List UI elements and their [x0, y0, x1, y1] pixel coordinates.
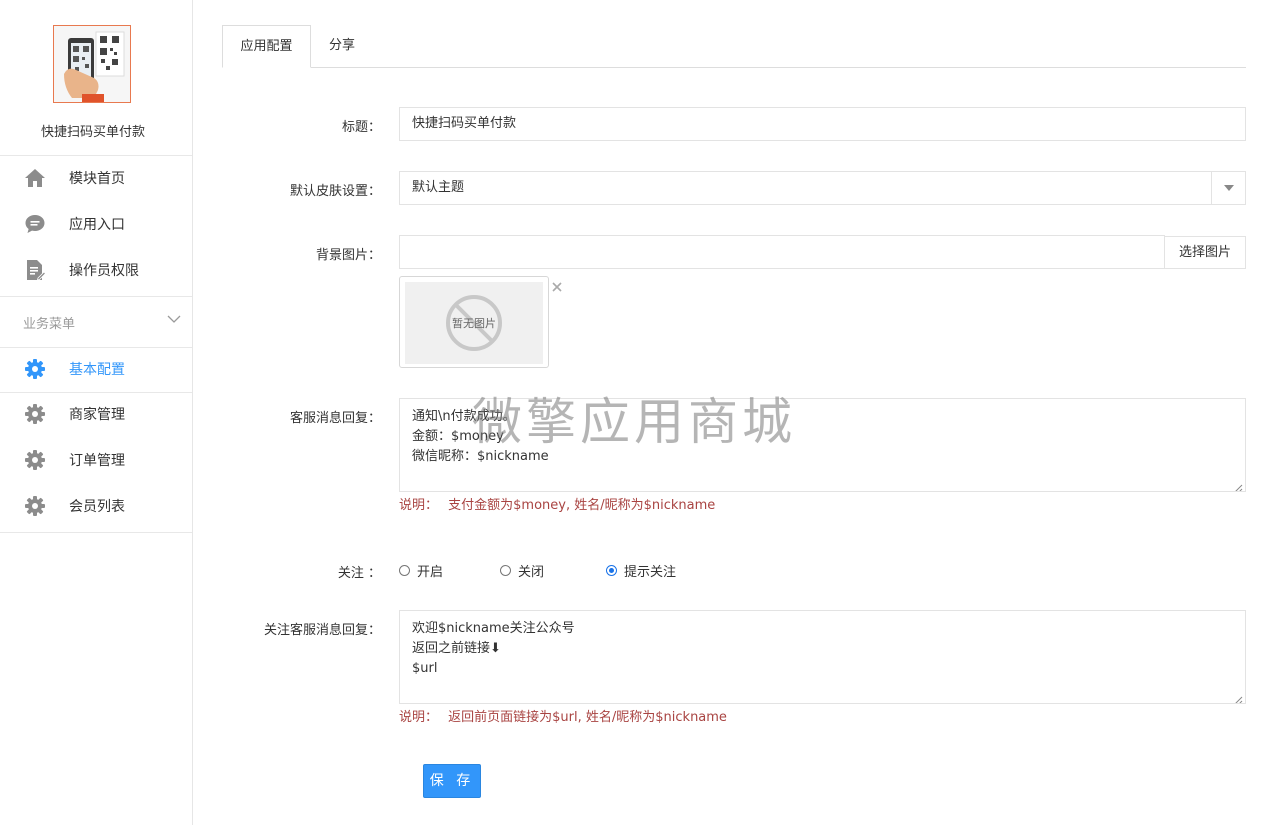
no-image-text: 暂无图片	[452, 317, 496, 330]
close-icon[interactable]	[550, 279, 564, 293]
chat-bubble-icon	[24, 213, 46, 235]
follow-label: 关注 ：	[337, 566, 381, 581]
gear-icon	[24, 495, 46, 517]
sidebar-item-operator-permission[interactable]: 操作员权限	[0, 248, 192, 292]
follow-reply-hint: 说明： 返回前页面链接为$url, 姓名/昵称为$nickname	[399, 706, 727, 725]
radio-option-prompt-follow[interactable]: 提示关注	[606, 561, 677, 580]
skin-label: 默认皮肤设置：	[289, 184, 381, 199]
skin-select[interactable]: 默认主题	[399, 171, 1246, 205]
textarea-line: 微信昵称：$nickname	[412, 449, 549, 464]
sidebar-group-title[interactable]: 业务菜单	[23, 313, 75, 332]
sidebar-item-app-entry[interactable]: 应用入口	[0, 202, 192, 246]
radio-option-close[interactable]: 关闭	[500, 561, 545, 580]
gear-icon	[24, 358, 46, 380]
textarea-line: 返回之前链接⬇	[412, 641, 501, 656]
chevron-down-icon[interactable]	[166, 311, 182, 327]
sidebar: 快捷扫码买单付款 模块首页 应用入口 操作员权限 业务菜单 基本配置 商家管理	[0, 0, 193, 825]
sidebar-item-label: 模块首页	[69, 171, 125, 187]
app-name: 快捷扫码买单付款	[40, 125, 145, 140]
sidebar-item-label: 基本配置	[69, 362, 125, 378]
sidebar-item-label: 商家管理	[69, 407, 125, 423]
sidebar-item-basic-config[interactable]: 基本配置	[0, 347, 192, 391]
textarea-line: $url	[412, 661, 438, 676]
divider	[0, 532, 192, 533]
radio-label: 提示关注	[624, 564, 677, 580]
sidebar-item-label: 应用入口	[69, 217, 125, 233]
gear-icon	[24, 449, 46, 471]
sidebar-item-label: 订单管理	[69, 453, 125, 469]
resize-handle-icon[interactable]	[1234, 692, 1243, 703]
reply-label: 客服消息回复：	[289, 411, 381, 426]
textarea-line: 金额：$money	[412, 429, 504, 444]
radio-option-open[interactable]: 开启	[399, 561, 444, 580]
reply-hint: 说明： 支付金额为$money, 姓名/昵称为$nickname	[399, 494, 715, 513]
radio-button[interactable]	[500, 564, 511, 576]
document-edit-icon	[24, 259, 46, 281]
tab-app-config[interactable]: 应用配置	[222, 25, 311, 68]
hint-prefix: 说明：	[399, 498, 439, 513]
textarea-line: 欢迎$nickname关注公众号	[412, 621, 575, 636]
title-input[interactable]: 快捷扫码买单付款	[399, 107, 1246, 141]
sidebar-item-order-management[interactable]: 订单管理	[0, 438, 192, 482]
radio-label: 开启	[417, 564, 444, 580]
title-label: 标题：	[341, 120, 381, 135]
radio-button[interactable]	[399, 564, 410, 576]
divider	[0, 296, 192, 297]
gear-icon	[24, 403, 46, 425]
sidebar-item-member-list[interactable]: 会员列表	[0, 484, 192, 528]
follow-reply-label: 关注客服消息回复：	[263, 623, 381, 638]
sidebar-item-module-home[interactable]: 模块首页	[0, 156, 192, 200]
hint-text: 返回前页面链接为$url, 姓名/昵称为$nickname	[448, 710, 727, 725]
sidebar-item-merchant-management[interactable]: 商家管理	[0, 392, 192, 436]
tab-share[interactable]: 分享	[311, 25, 373, 67]
bg-image-input[interactable]	[399, 235, 1165, 269]
hint-prefix: 说明：	[399, 710, 439, 725]
home-icon	[24, 167, 46, 189]
radio-button[interactable]	[606, 564, 617, 576]
sidebar-item-label: 会员列表	[69, 499, 125, 515]
save-button[interactable]: 保 存	[423, 764, 481, 798]
image-preview: 暂无图片	[399, 276, 549, 368]
bg-image-label: 背景图片：	[315, 248, 381, 263]
radio-label: 关闭	[518, 564, 545, 580]
caret-down-icon[interactable]	[1211, 172, 1246, 204]
app-logo	[53, 25, 131, 103]
tab-bar: 应用配置 分享	[222, 25, 1246, 68]
resize-handle-icon[interactable]	[1234, 480, 1243, 491]
hint-text: 支付金额为$money, 姓名/昵称为$nickname	[448, 498, 716, 513]
follow-reply-textarea[interactable]: 欢迎$nickname关注公众号 返回之前链接⬇ $url	[399, 610, 1246, 704]
choose-image-button[interactable]: 选择图片	[1164, 236, 1246, 269]
textarea-line: 通知\n付款成功。	[412, 409, 516, 424]
no-image-placeholder: 暂无图片	[405, 282, 543, 364]
sidebar-item-label: 操作员权限	[69, 263, 139, 279]
reply-textarea[interactable]: 通知\n付款成功。 金额：$money 微信昵称：$nickname	[399, 398, 1246, 492]
